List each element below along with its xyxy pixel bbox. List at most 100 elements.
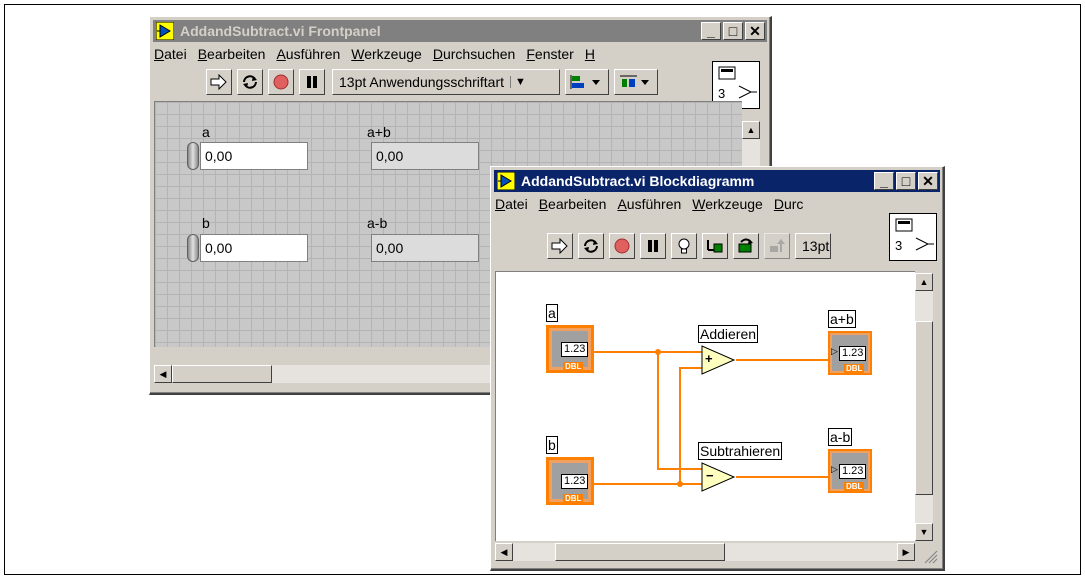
blockdiagram-connector-pane[interactable]: 3 <box>889 213 937 261</box>
run-continuously-icon <box>243 75 257 89</box>
menu-datei[interactable]: Datei <box>154 46 187 62</box>
lightbulb-icon <box>678 238 690 254</box>
indicator-diff-display: 0,00 <box>371 234 479 262</box>
font-selector-value: 13pt <box>802 238 830 254</box>
menu-durchsuchen[interactable]: Durchsuchen <box>433 46 516 62</box>
control-a-label: a <box>202 124 210 140</box>
control-b-increment-icon[interactable] <box>187 234 199 262</box>
connector-pane-icon <box>895 218 934 251</box>
terminal-b-type: DBL <box>563 494 584 503</box>
resize-grip-icon[interactable] <box>922 548 938 564</box>
scroll-left-button[interactable]: ◀ <box>495 543 513 561</box>
highlight-execution-button[interactable] <box>671 233 697 259</box>
menu-ausfuehren[interactable]: Ausführen <box>276 46 340 62</box>
run-continuously-icon <box>584 239 598 253</box>
subtract-node-label: Subtrahieren <box>698 442 783 460</box>
abort-button[interactable] <box>268 69 294 95</box>
terminal-b-label: b <box>546 436 558 454</box>
control-a-input[interactable]: 0,00 <box>200 142 308 170</box>
abort-button[interactable] <box>609 233 635 259</box>
blockdiagram-horizontal-scrollbar[interactable]: ◀ ▶ <box>495 543 915 561</box>
menu-durchsuchen[interactable]: Durc <box>774 196 804 212</box>
terminal-b-value: 1.23 <box>561 474 589 489</box>
terminal-sum-type: DBL <box>844 364 865 373</box>
retain-wire-values-button[interactable] <box>702 233 728 259</box>
frontpanel-horizontal-scrollbar[interactable]: ◀ <box>154 365 494 383</box>
menu-bearbeiten[interactable]: Bearbeiten <box>539 196 607 212</box>
indicator-sum-label: a+b <box>367 124 391 140</box>
terminal-a-type: DBL <box>563 362 584 371</box>
run-button[interactable] <box>206 69 232 95</box>
wire-junction <box>655 349 661 355</box>
control-b-input[interactable]: 0,00 <box>200 234 308 262</box>
step-out-button[interactable] <box>764 233 790 259</box>
terminal-diff-value: 1.23 <box>839 464 867 479</box>
terminal-diff-label: a-b <box>828 428 853 446</box>
terminal-sum[interactable]: ▷ 1.23 DBL <box>828 331 872 375</box>
indicator-sum-display: 0,00 <box>371 142 479 170</box>
maximize-button[interactable]: □ <box>723 22 743 40</box>
run-continuously-button[interactable] <box>237 69 263 95</box>
wire-b-to-add <box>679 367 702 484</box>
control-a-increment-icon[interactable] <box>187 142 199 170</box>
blockdiagram-vertical-scrollbar[interactable]: ▲ ▼ <box>915 273 933 541</box>
blockdiagram-titlebar[interactable]: AddandSubtract.vi Blockdiagramm _ □ ✕ <box>494 170 940 192</box>
stop-icon <box>273 74 289 90</box>
run-arrow-icon <box>210 74 227 90</box>
add-node-label: Addieren <box>698 325 759 343</box>
connector-number: 3 <box>895 238 903 253</box>
terminal-a[interactable]: 1.23 DBL <box>546 325 594 373</box>
step-into-button[interactable] <box>733 233 759 259</box>
scroll-left-button[interactable]: ◀ <box>154 365 172 383</box>
frontpanel-titlebar[interactable]: AddandSubtract.vi Frontpanel _ □ ✕ <box>153 20 767 42</box>
dropdown-arrow-icon: ▼ <box>510 76 526 88</box>
run-continuously-button[interactable] <box>578 233 604 259</box>
blockdiagram-canvas[interactable]: a 1.23 DBL b 1.23 DBL Addieren + Subtrah… <box>495 271 915 541</box>
pause-button[interactable] <box>299 69 325 95</box>
minimize-button[interactable]: _ <box>874 172 894 190</box>
run-arrow-icon <box>551 238 568 254</box>
scroll-thumb[interactable] <box>172 365 272 383</box>
menu-fenster[interactable]: Fenster <box>526 46 573 62</box>
font-selector[interactable]: 13pt Anwendungsschriftart ▼ <box>332 69 560 95</box>
menu-bearbeiten[interactable]: Bearbeiten <box>198 46 266 62</box>
distribute-icon <box>620 75 649 87</box>
terminal-a-value: 1.23 <box>561 342 589 357</box>
minimize-button[interactable]: _ <box>701 22 721 40</box>
stop-icon <box>614 238 630 254</box>
pause-icon <box>307 76 317 88</box>
scroll-up-button[interactable]: ▲ <box>915 273 933 291</box>
align-icon <box>570 75 600 89</box>
menu-werkzeuge[interactable]: Werkzeuge <box>692 196 763 212</box>
indicator-diff-label: a-b <box>367 215 388 231</box>
step-into-icon <box>738 238 753 253</box>
vi-icon <box>497 172 515 190</box>
scroll-up-button[interactable]: ▲ <box>742 121 760 139</box>
frontpanel-menubar: Datei Bearbeiten Ausführen Werkzeuge Dur… <box>154 44 595 64</box>
blockdiagram-toolbar: 13pt <box>547 233 831 259</box>
pause-icon <box>648 240 658 252</box>
scroll-right-button[interactable]: ▶ <box>897 543 915 561</box>
scroll-thumb[interactable] <box>555 543 725 561</box>
menu-werkzeuge[interactable]: Werkzeuge <box>351 46 422 62</box>
terminal-b[interactable]: 1.23 DBL <box>546 457 594 505</box>
maximize-button[interactable]: □ <box>896 172 916 190</box>
blockdiagram-menubar: Datei Bearbeiten Ausführen Werkzeuge Dur… <box>495 194 803 214</box>
add-symbol: + <box>705 351 713 366</box>
menu-hilfe[interactable]: H <box>585 46 595 62</box>
close-button[interactable]: ✕ <box>918 172 938 190</box>
font-selector[interactable]: 13pt <box>795 233 831 259</box>
subtract-symbol: − <box>706 468 714 483</box>
terminal-diff[interactable]: ▷ 1.23 DBL <box>828 449 872 493</box>
scroll-thumb[interactable] <box>915 321 933 495</box>
pause-button[interactable] <box>640 233 666 259</box>
scroll-down-button[interactable]: ▼ <box>915 523 933 541</box>
align-objects-button[interactable] <box>565 69 609 95</box>
run-button[interactable] <box>547 233 573 259</box>
menu-ausfuehren[interactable]: Ausführen <box>617 196 681 212</box>
terminal-sum-value: 1.23 <box>839 346 867 361</box>
distribute-objects-button[interactable] <box>614 69 658 95</box>
blockdiagram-title: AddandSubtract.vi Blockdiagramm <box>521 173 755 189</box>
close-button[interactable]: ✕ <box>745 22 765 40</box>
menu-datei[interactable]: Datei <box>495 196 528 212</box>
